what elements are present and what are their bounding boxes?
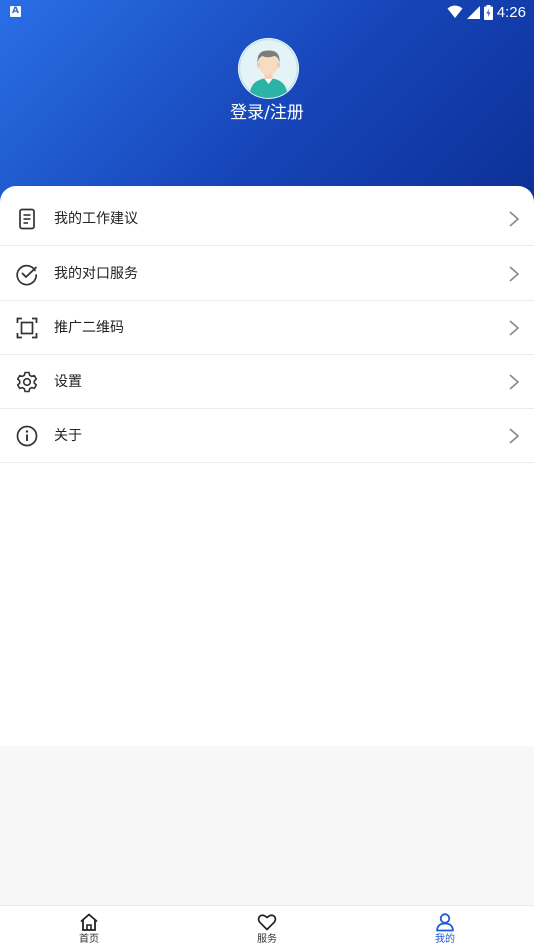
user-icon	[436, 913, 454, 932]
menu-item-counterpart-services[interactable]: 我的对口服务	[0, 247, 534, 301]
tab-label: 首页	[79, 934, 99, 945]
wifi-icon	[447, 5, 463, 18]
check-circle-icon	[16, 264, 38, 286]
status-bar: A 4:26	[0, 0, 534, 24]
scan-frame-icon	[16, 317, 38, 339]
login-register-link[interactable]: 登录/注册	[0, 100, 534, 126]
battery-icon	[483, 4, 493, 20]
chevron-right-icon	[509, 211, 520, 227]
chevron-right-icon	[509, 428, 520, 444]
info-icon	[16, 425, 38, 447]
status-time: 4:26	[496, 3, 526, 21]
tab-label: 我的	[435, 934, 455, 945]
menu-item-label: 我的工作建议	[54, 211, 138, 227]
menu-item-about[interactable]: 关于	[0, 409, 534, 463]
avatar[interactable]	[238, 38, 299, 99]
profile-header: A 4:26 登录/注册	[0, 0, 534, 205]
default-avatar-icon	[238, 38, 299, 99]
tab-services[interactable]: 服务	[178, 906, 356, 950]
menu-item-work-suggestions[interactable]: 我的工作建议	[0, 192, 534, 246]
document-icon	[19, 208, 35, 230]
menu-item-label: 我的对口服务	[54, 266, 138, 282]
menu-item-settings[interactable]: 设置	[0, 355, 534, 409]
menu-item-label: 关于	[54, 428, 82, 444]
gear-icon	[16, 371, 38, 393]
tab-label: 服务	[257, 934, 277, 945]
cellular-signal-icon	[466, 5, 480, 19]
menu-item-promo-qrcode[interactable]: 推广二维码	[0, 301, 534, 355]
heart-icon	[257, 914, 277, 931]
chevron-right-icon	[509, 320, 520, 336]
menu-card: 我的工作建议 我的对口服务 推广二维码 设置 关于	[0, 186, 534, 746]
tab-mine[interactable]: 我的	[356, 906, 534, 950]
menu-item-label: 设置	[54, 374, 82, 390]
chevron-right-icon	[509, 374, 520, 390]
bottom-navigation: 首页 服务 我的	[0, 905, 534, 950]
tab-home[interactable]: 首页	[0, 906, 178, 950]
menu-item-label: 推广二维码	[54, 320, 124, 336]
chevron-right-icon	[509, 266, 520, 282]
notification-badge-icon: A	[10, 6, 21, 17]
home-icon	[80, 913, 98, 931]
